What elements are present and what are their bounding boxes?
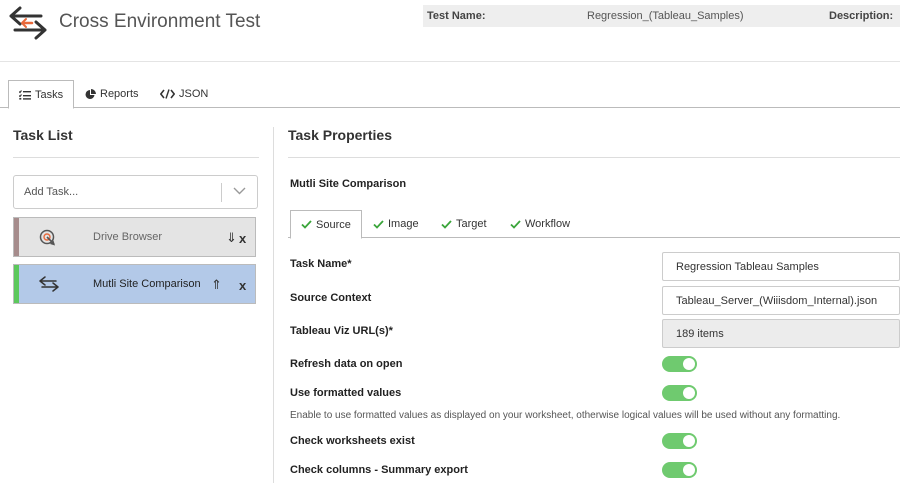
task-list-title: Task List xyxy=(13,127,73,143)
task-item-multi-site-comparison[interactable]: Mutli Site Comparison ⇑ x xyxy=(13,264,256,304)
tab-target[interactable]: Target xyxy=(431,210,497,238)
description-label: Description: xyxy=(829,10,894,22)
task-status-bar xyxy=(14,265,19,303)
app-header: Cross Environment Test Test Name: Regres… xyxy=(0,0,900,62)
list-check-icon xyxy=(19,89,31,100)
page-title: Cross Environment Test xyxy=(59,11,261,32)
formatted-values-toggle[interactable] xyxy=(662,385,697,401)
tab-source[interactable]: Source xyxy=(290,210,362,239)
check-worksheets-toggle[interactable] xyxy=(662,433,697,449)
divider xyxy=(288,157,900,158)
tableau-viz-urls-label: Tableau Viz URL(s)* xyxy=(290,325,393,337)
chevron-down-icon[interactable] xyxy=(233,186,246,196)
refresh-data-toggle[interactable] xyxy=(662,356,697,372)
task-label: Mutli Site Comparison xyxy=(93,278,201,290)
divider xyxy=(221,183,222,202)
check-icon xyxy=(510,219,521,229)
task-properties-title: Task Properties xyxy=(288,127,393,143)
check-icon xyxy=(373,219,384,229)
tab-json-label: JSON xyxy=(179,88,209,100)
cross-environment-logo-icon xyxy=(9,6,47,40)
test-info-bar: Test Name: Regression_(Tableau_Samples) … xyxy=(423,5,900,27)
task-name-input[interactable]: Regression Tableau Samples xyxy=(662,252,900,281)
tableau-viz-urls-field[interactable]: 189 items xyxy=(662,319,900,348)
formatted-values-label: Use formatted values xyxy=(290,387,402,399)
move-down-icon[interactable]: ⇓ xyxy=(226,230,237,246)
refresh-data-label: Refresh data on open xyxy=(290,358,403,370)
tab-json[interactable]: JSON xyxy=(150,80,218,108)
tab-reports-label: Reports xyxy=(100,88,139,100)
task-item-drive-browser[interactable]: Drive Browser ⇓ x xyxy=(13,217,256,257)
selected-task-name: Mutli Site Comparison xyxy=(290,178,407,190)
swap-arrows-icon xyxy=(39,276,59,292)
formatted-values-hint: Enable to use formatted values as displa… xyxy=(290,410,841,421)
pie-chart-icon xyxy=(85,88,96,99)
tab-tasks-label: Tasks xyxy=(35,88,64,101)
tab-target-label: Target xyxy=(456,218,487,230)
check-columns-label: Check columns - Summary export xyxy=(290,464,468,476)
check-icon xyxy=(301,220,312,229)
check-icon xyxy=(441,219,452,229)
remove-task-icon[interactable]: x xyxy=(239,231,246,246)
remove-task-icon[interactable]: x xyxy=(239,278,246,293)
source-context-label: Source Context xyxy=(290,292,372,304)
task-label: Drive Browser xyxy=(93,231,163,243)
test-name-value: Regression_(Tableau_Samples) xyxy=(587,10,744,22)
panel-divider xyxy=(273,127,274,483)
task-status-bar xyxy=(14,218,19,256)
tab-reports[interactable]: Reports xyxy=(75,80,149,108)
move-up-icon[interactable]: ⇑ xyxy=(211,277,222,293)
check-worksheets-label: Check worksheets exist xyxy=(290,435,415,447)
tab-source-label: Source xyxy=(316,218,351,231)
tab-tasks[interactable]: Tasks xyxy=(8,80,75,109)
add-task-select[interactable]: Add Task... xyxy=(13,175,258,209)
divider xyxy=(13,157,259,158)
code-icon xyxy=(160,89,175,99)
target-cursor-icon xyxy=(39,229,55,246)
source-context-input[interactable]: Tableau_Server_(Wiiisdom_Internal).json xyxy=(662,286,900,315)
add-task-placeholder: Add Task... xyxy=(24,186,79,198)
test-name-label: Test Name: xyxy=(427,10,486,22)
tab-workflow-label: Workflow xyxy=(525,218,571,230)
tab-image[interactable]: Image xyxy=(363,210,429,238)
check-columns-toggle[interactable] xyxy=(662,462,697,478)
main-tabs: Tasks Reports JSON xyxy=(0,80,900,109)
task-name-label: Task Name* xyxy=(290,258,352,270)
tab-image-label: Image xyxy=(388,218,419,230)
tab-workflow[interactable]: Workflow xyxy=(500,210,580,238)
property-tabs: Source Image Target Workflow xyxy=(288,210,900,239)
